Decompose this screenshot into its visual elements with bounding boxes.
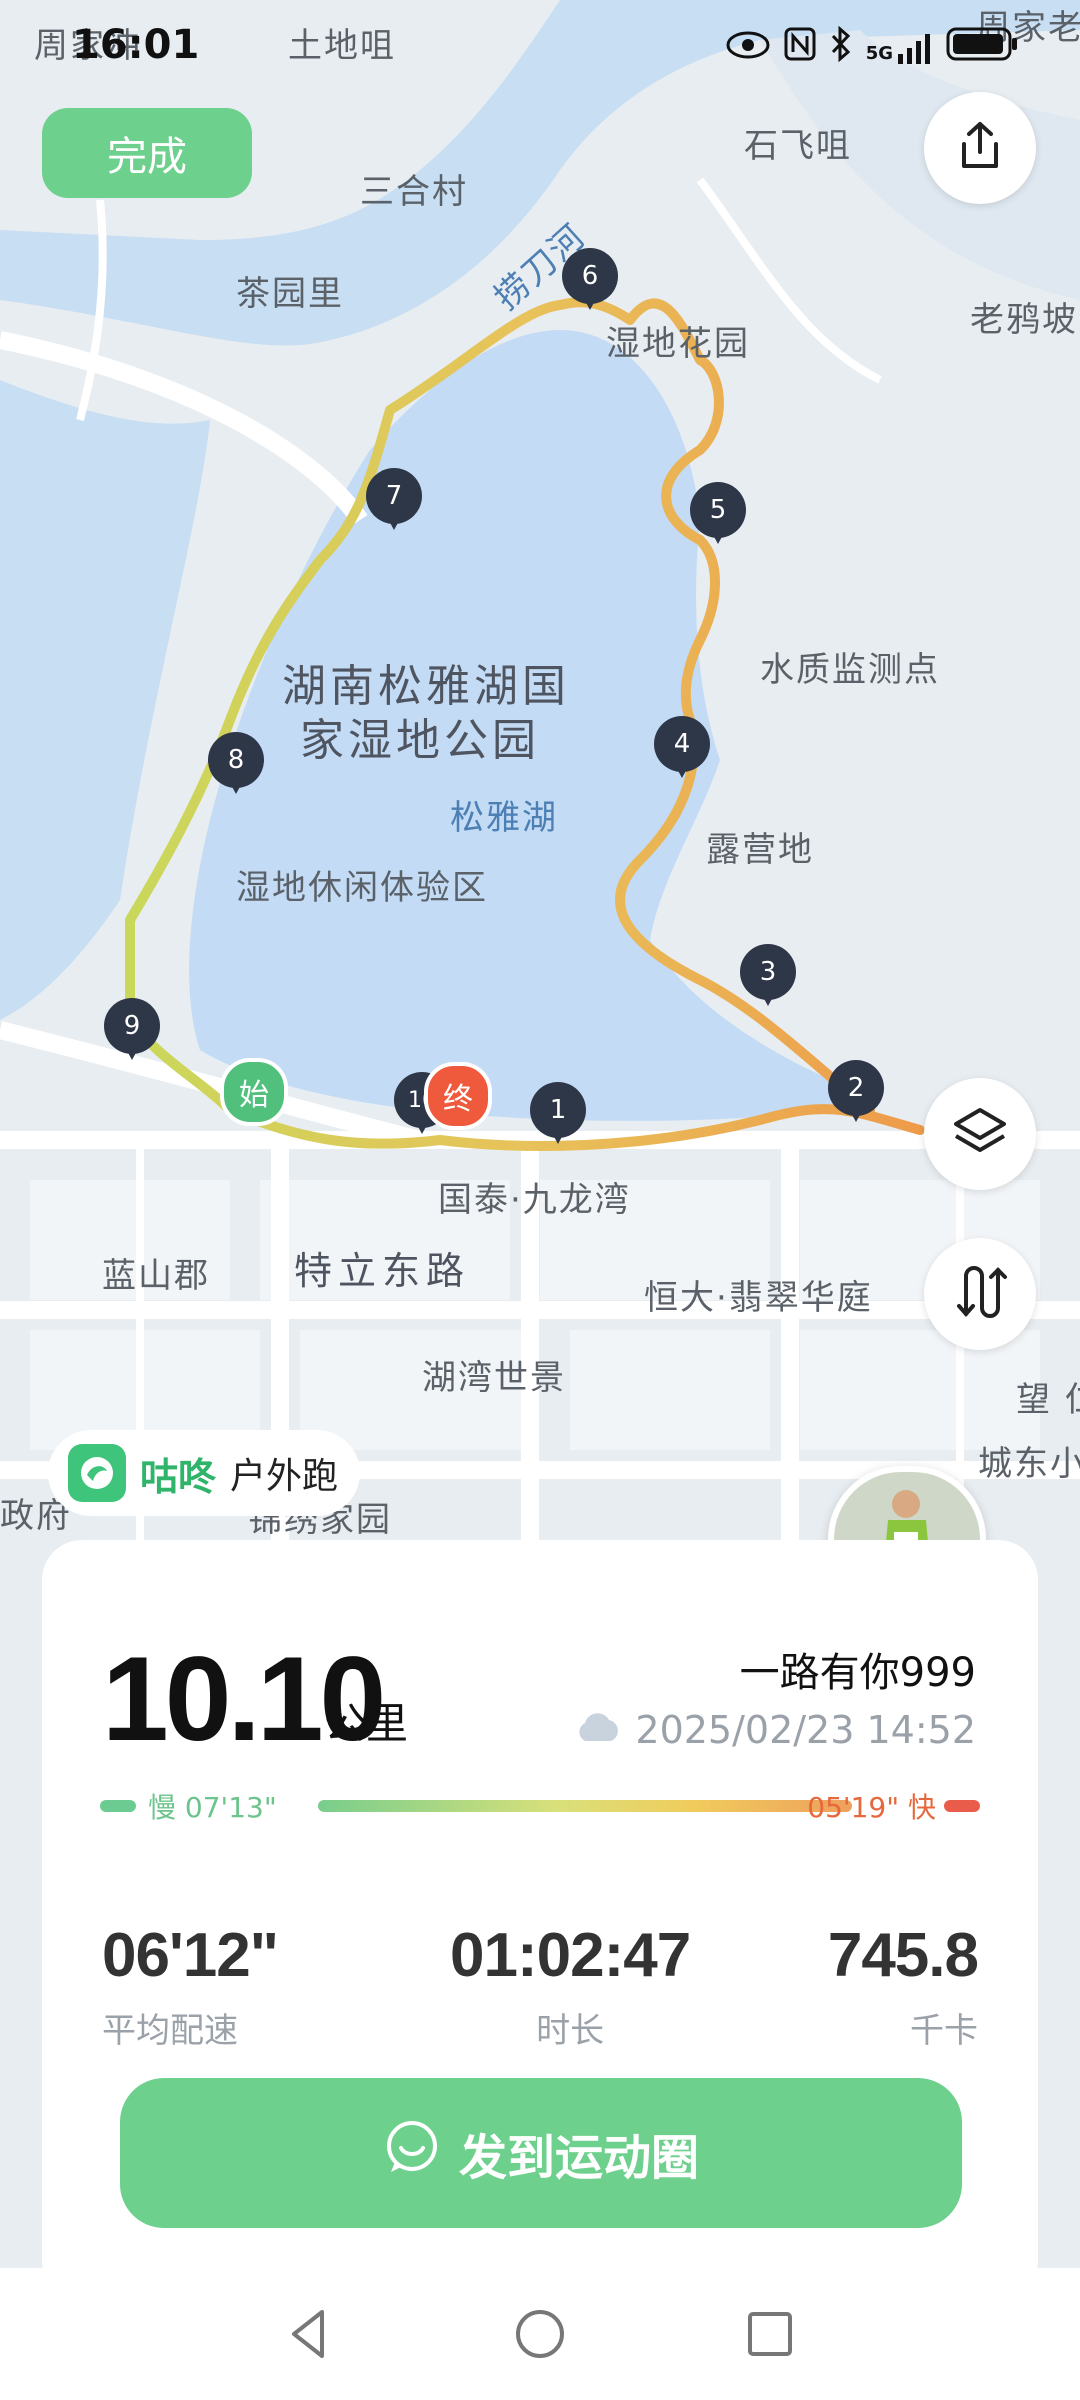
map-label: 湿地花园 bbox=[606, 324, 750, 364]
map-label: 水质监测点 bbox=[760, 650, 940, 690]
stat-avg-pace: 06'12" 平均配速 bbox=[102, 1920, 279, 2052]
map-label: 老鸦坡 bbox=[970, 300, 1078, 340]
app-name: 咕咚 bbox=[140, 1454, 217, 1499]
pace-legend: 慢 07'13" 05'19" 快 bbox=[100, 1786, 980, 1826]
username: 一路有你999 bbox=[739, 1650, 976, 1696]
status-bar: 16:01 5G bbox=[0, 0, 1080, 100]
activity-type: 户外跑 bbox=[230, 1456, 339, 1497]
post-label: 发到运动圈 bbox=[458, 2130, 699, 2186]
datetime-text: 2025/02/23 14:52 bbox=[635, 1708, 976, 1752]
stat-calories: 745.8 千卡 bbox=[827, 1920, 979, 2052]
km-marker-1[interactable]: 1 bbox=[530, 1082, 586, 1150]
activity-datetime: 2025/02/23 14:52 bbox=[573, 1708, 976, 1752]
layers-icon bbox=[950, 1104, 1010, 1164]
km-marker-5[interactable]: 5 bbox=[690, 482, 746, 550]
activity-type-chip: 咕咚 户外跑 bbox=[48, 1430, 361, 1516]
map-label: 城东小 bbox=[978, 1444, 1080, 1484]
slow-pace-label: 慢 07'13" bbox=[148, 1791, 277, 1824]
map-label: 国泰·九龙湾 bbox=[438, 1180, 631, 1220]
share-icon bbox=[952, 118, 1008, 178]
network-label: 5G bbox=[865, 42, 893, 64]
fast-pace-swatch bbox=[944, 1800, 980, 1812]
map-label: 石飞咀 bbox=[744, 126, 852, 166]
map-label: 三合村 bbox=[360, 172, 468, 212]
map-label: 松雅湖 bbox=[450, 798, 558, 838]
km-marker-7[interactable]: 7 bbox=[366, 468, 422, 536]
route-icon bbox=[952, 1262, 1008, 1326]
stat-label: 平均配速 bbox=[102, 2011, 238, 2051]
end-marker[interactable]: 终 bbox=[424, 1062, 492, 1130]
battery-icon bbox=[946, 26, 1020, 71]
map-label: 湿地休闲体验区 bbox=[236, 868, 488, 908]
km-marker-4[interactable]: 4 bbox=[654, 716, 710, 784]
route-toggle-button[interactable] bbox=[924, 1238, 1036, 1350]
recents-nav-button[interactable] bbox=[738, 2302, 802, 2366]
map-label: 望 仁 bbox=[1016, 1380, 1080, 1420]
cloud-icon bbox=[573, 1708, 623, 1752]
map-label: 茶园里 bbox=[236, 274, 344, 314]
back-nav-button[interactable] bbox=[278, 2302, 342, 2366]
km-marker-8[interactable]: 8 bbox=[208, 732, 264, 800]
system-nav-bar bbox=[0, 2268, 1080, 2400]
distance-unit: 公里 bbox=[324, 1699, 409, 1748]
map-label: 湖湾世景 bbox=[422, 1358, 566, 1398]
stat-value: 06'12" bbox=[102, 1921, 279, 1990]
map-label: 特立东路 bbox=[294, 1249, 471, 1293]
map-label: 蓝山郡 bbox=[102, 1256, 210, 1296]
km-marker-3[interactable]: 3 bbox=[740, 944, 796, 1012]
done-button[interactable]: 完成 bbox=[42, 108, 252, 198]
stat-label: 千卡 bbox=[910, 2011, 978, 2051]
stat-duration: 01:02:47 时长 bbox=[450, 1920, 691, 2052]
slow-pace-swatch bbox=[100, 1800, 136, 1812]
eye-icon bbox=[726, 29, 770, 69]
post-to-feed-button[interactable]: 发到运动圈 bbox=[120, 2078, 962, 2228]
codoon-logo-icon bbox=[68, 1444, 126, 1502]
map-label: 恒大·翡翠华庭 bbox=[644, 1278, 873, 1318]
km-marker-2[interactable]: 2 bbox=[828, 1060, 884, 1128]
signal-icon: 5G bbox=[865, 33, 932, 64]
stat-value: 745.8 bbox=[827, 1921, 979, 1990]
pace-gradient-bar bbox=[318, 1800, 852, 1812]
stat-label: 时长 bbox=[536, 2011, 605, 2051]
km-marker-9[interactable]: 9 bbox=[104, 998, 160, 1066]
bluetooth-icon bbox=[830, 25, 852, 71]
fast-pace-label: 05'19" 快 bbox=[807, 1791, 936, 1824]
map-layers-button[interactable] bbox=[924, 1078, 1036, 1190]
map-label: 露营地 bbox=[706, 830, 814, 870]
km-marker-6[interactable]: 6 bbox=[562, 248, 618, 316]
chat-bubble-icon bbox=[383, 2118, 441, 2188]
home-nav-button[interactable] bbox=[508, 2302, 572, 2366]
status-time: 16:01 bbox=[72, 22, 200, 68]
map-label: 家湿地公园 bbox=[300, 715, 540, 766]
stat-value: 01:02:47 bbox=[450, 1921, 691, 1990]
nfc-icon bbox=[784, 27, 816, 70]
start-marker[interactable]: 始 bbox=[220, 1058, 288, 1126]
share-button[interactable] bbox=[924, 92, 1036, 204]
